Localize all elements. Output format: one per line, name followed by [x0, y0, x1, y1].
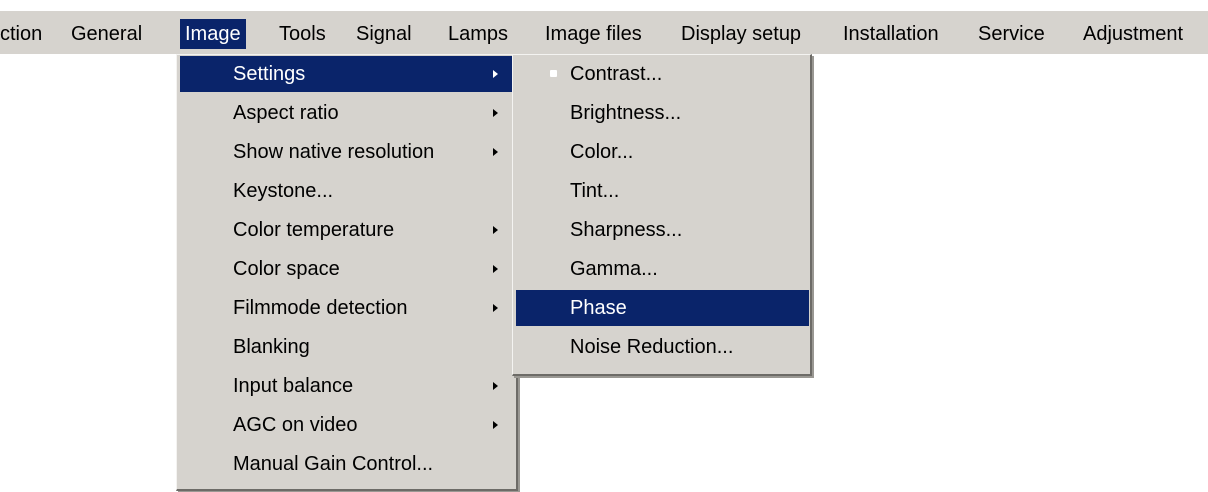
menu-item-blanking[interactable]: Blanking [180, 329, 515, 365]
menu-tools[interactable]: Tools [279, 19, 326, 49]
menu-item-gamma[interactable]: Gamma... [516, 251, 809, 287]
menu-display-setup[interactable]: Display setup [681, 19, 801, 49]
menu-item-label: Phase [570, 297, 627, 319]
chevron-right-icon [493, 265, 498, 273]
bullet-icon [550, 70, 557, 77]
menu-signal[interactable]: Signal [356, 19, 412, 49]
menu-item-keystone[interactable]: Keystone... [180, 173, 515, 209]
menu-item-label: Settings [233, 63, 306, 85]
menu-item-settings[interactable]: Settings [180, 56, 515, 92]
menu-item-label: Manual Gain Control... [233, 453, 434, 475]
menu-general[interactable]: General [71, 19, 142, 49]
chevron-right-icon [493, 226, 498, 234]
menu-item-label: Noise Reduction... [570, 336, 734, 358]
menu-item-label: Filmmode detection [233, 297, 408, 319]
menu-service[interactable]: Service [978, 19, 1045, 49]
chevron-right-icon [493, 421, 498, 429]
menu-item-label: Blanking [233, 336, 310, 358]
menu-item-label: Brightness... [570, 102, 682, 124]
menu-item-label: Sharpness... [570, 219, 683, 241]
menu-item-manual-gain-control[interactable]: Manual Gain Control... [180, 446, 515, 482]
menu-item-label: Tint... [570, 180, 620, 202]
menu-item-brightness[interactable]: Brightness... [516, 95, 809, 131]
menu-item-noise-reduction[interactable]: Noise Reduction... [516, 329, 809, 365]
menu-item-label: Show native resolution [233, 141, 435, 163]
settings-submenu: Contrast... Brightness... Color... Tint.… [512, 54, 812, 376]
menu-item-label: AGC on video [233, 414, 358, 436]
image-dropdown-menu: Settings Aspect ratio Show native resolu… [176, 54, 518, 491]
menu-bar: ction General Image Tools Signal Lamps I… [0, 11, 1208, 54]
menu-item-label: Gamma... [570, 258, 658, 280]
menu-item-phase[interactable]: Phase [516, 290, 809, 326]
menu-item-label: Keystone... [233, 180, 334, 202]
menu-image-files[interactable]: Image files [545, 19, 642, 49]
menu-item-color-temperature[interactable]: Color temperature [180, 212, 515, 248]
menu-item-agc-on-video[interactable]: AGC on video [180, 407, 515, 443]
chevron-right-icon [493, 304, 498, 312]
chevron-right-icon [493, 70, 498, 78]
menu-item-label: Aspect ratio [233, 102, 339, 124]
chevron-right-icon [493, 109, 498, 117]
menu-function[interactable]: ction [0, 19, 42, 49]
chevron-right-icon [493, 148, 498, 156]
menu-installation[interactable]: Installation [843, 19, 939, 49]
menu-item-sharpness[interactable]: Sharpness... [516, 212, 809, 248]
menu-item-tint[interactable]: Tint... [516, 173, 809, 209]
chevron-right-icon [493, 382, 498, 390]
menu-adjustment[interactable]: Adjustment [1083, 19, 1183, 49]
menu-item-label: Contrast... [570, 63, 663, 85]
menu-image[interactable]: Image [180, 19, 246, 49]
menu-item-label: Input balance [233, 375, 354, 397]
menu-item-label: Color... [570, 141, 634, 163]
menu-item-input-balance[interactable]: Input balance [180, 368, 515, 404]
menu-item-color[interactable]: Color... [516, 134, 809, 170]
menu-item-label: Color temperature [233, 219, 395, 241]
menu-item-show-native-resolution[interactable]: Show native resolution [180, 134, 515, 170]
menu-item-aspect-ratio[interactable]: Aspect ratio [180, 95, 515, 131]
menu-item-label: Color space [233, 258, 340, 280]
menu-item-color-space[interactable]: Color space [180, 251, 515, 287]
menu-item-contrast[interactable]: Contrast... [516, 56, 809, 92]
menu-lamps[interactable]: Lamps [448, 19, 508, 49]
menu-item-filmmode-detection[interactable]: Filmmode detection [180, 290, 515, 326]
